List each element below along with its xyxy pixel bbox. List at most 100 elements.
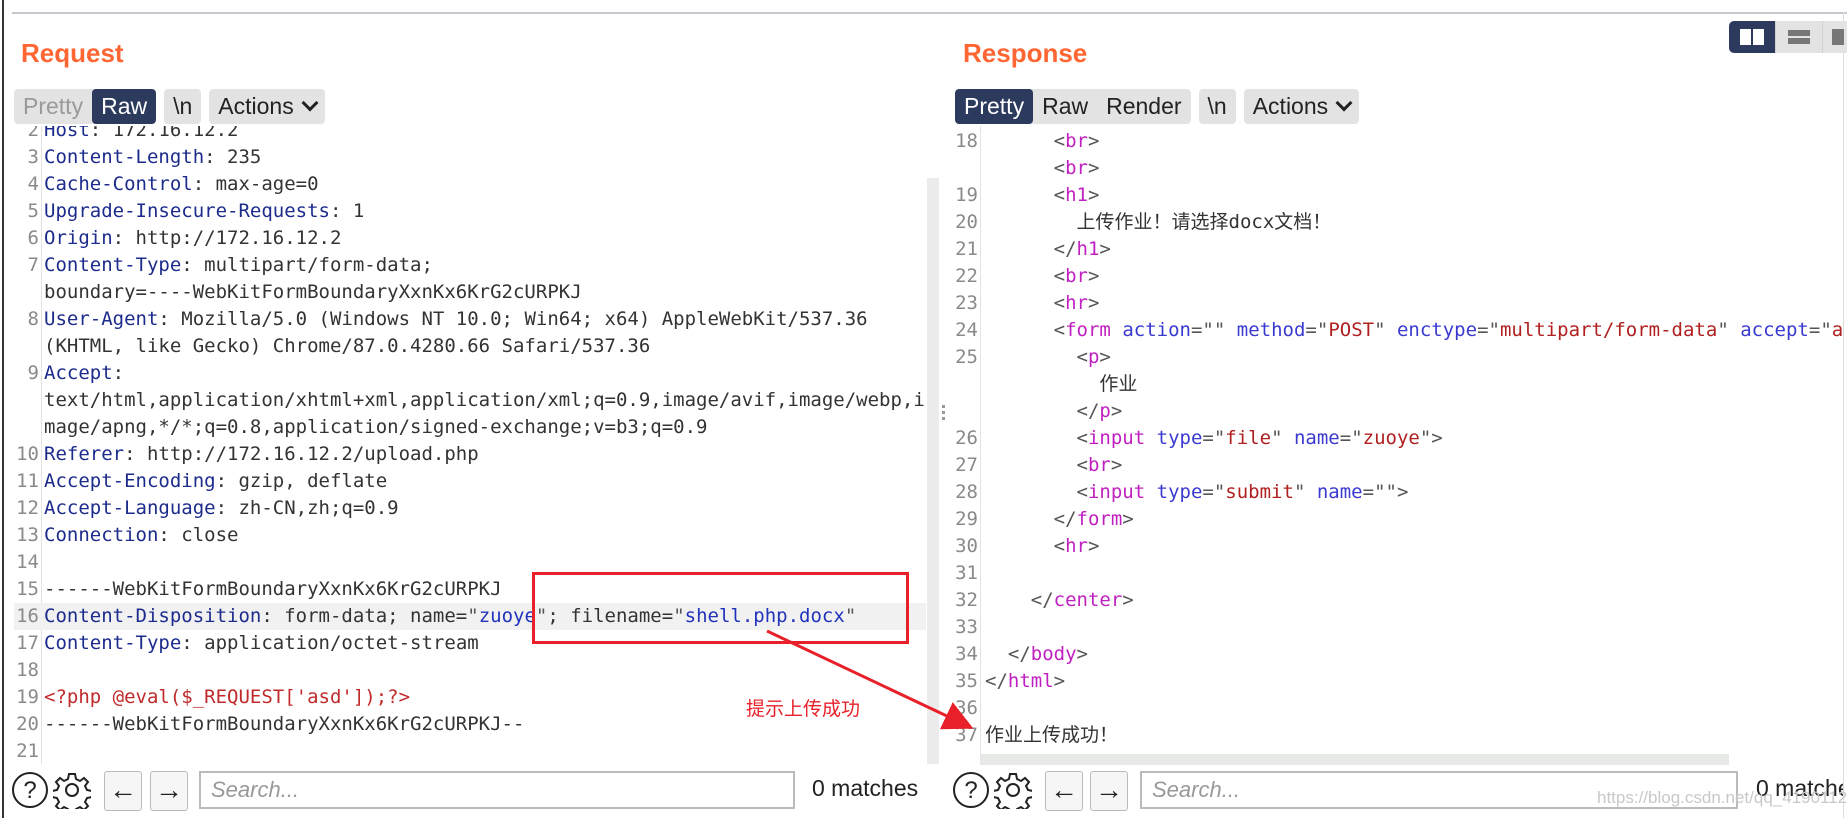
code-line: Referer: http://172.16.12.2/upload.php xyxy=(44,441,479,468)
code-token: (KHTML, like Gecko) Chrome/87.0.4280.66 … xyxy=(44,335,651,357)
code-line: </html> xyxy=(985,668,1065,695)
gear-icon[interactable] xyxy=(994,771,1032,809)
code-line: Content-Length: 235 xyxy=(44,144,261,171)
request-tab-pretty[interactable]: Pretty xyxy=(14,89,92,124)
code-token: > xyxy=(1076,643,1088,665)
response-tab-pretty[interactable]: Pretty xyxy=(955,89,1034,124)
code-token: mage/apng,*/*;q=0.8,application/signed-e… xyxy=(44,416,708,438)
code-line: Host: 172.16.12.2 xyxy=(44,126,238,144)
code-token: Upgrade-Insecure-Requests xyxy=(44,200,330,222)
split-rows-icon[interactable] xyxy=(1776,21,1823,53)
code-token: hr xyxy=(1065,292,1088,314)
code-token: multipart/form-data xyxy=(1499,319,1718,341)
panel-splitter-handle[interactable] xyxy=(942,405,945,423)
split-columns-icon[interactable] xyxy=(1729,21,1776,53)
code-token: </ xyxy=(1076,400,1100,422)
code-token: : http://172.16.12.2 xyxy=(112,227,342,249)
request-newline-toggle[interactable]: \n xyxy=(164,89,201,124)
line-number: 21 xyxy=(955,238,978,260)
line-number: 33 xyxy=(955,616,978,638)
gear-icon[interactable] xyxy=(53,771,91,809)
next-match-button[interactable]: → xyxy=(150,771,188,811)
help-icon[interactable]: ? xyxy=(952,771,990,809)
code-token: " xyxy=(1213,481,1226,503)
code-token: < xyxy=(1076,454,1088,476)
code-line: <br> xyxy=(985,155,1100,182)
code-token: < xyxy=(1053,535,1066,557)
code-token: Connection xyxy=(44,524,159,546)
code-token: </ xyxy=(1030,589,1054,611)
code-token: Content-Type xyxy=(44,254,182,276)
single-panel-icon[interactable] xyxy=(1823,21,1847,53)
code-token: text/html,application/xhtml+xml,applicat… xyxy=(44,389,925,411)
code-token: Content-Disposition xyxy=(44,605,262,627)
line-number: 24 xyxy=(955,319,978,341)
code-token: < xyxy=(1053,292,1066,314)
code-token: > xyxy=(1122,589,1134,611)
response-tab-render[interactable]: Render xyxy=(1097,89,1190,124)
code-line: </p> xyxy=(985,398,1123,425)
line-number: 17 xyxy=(16,632,39,654)
code-token: = xyxy=(1202,427,1214,449)
line-number: 7 xyxy=(27,254,39,276)
code-token: 上传作业！请选择docx文档！ xyxy=(985,211,1332,233)
code-token: Content-Length xyxy=(44,146,205,168)
response-tab-raw[interactable]: Raw xyxy=(1033,89,1097,124)
code-token: Accept-Encoding xyxy=(44,470,216,492)
response-newline-toggle[interactable]: \n xyxy=(1199,89,1236,124)
code-line: <input type="submit" name=""> xyxy=(985,479,1409,506)
help-icon[interactable]: ? xyxy=(11,771,49,809)
code-token: " xyxy=(1820,319,1832,341)
code-token: " xyxy=(1213,427,1226,449)
code-line: 作业上传成功！ xyxy=(985,722,1118,749)
response-actions-menu[interactable]: Actions xyxy=(1244,89,1359,124)
code-token: input xyxy=(1087,481,1146,503)
code-line: Content-Type: application/octet-stream xyxy=(44,630,479,657)
code-token: h1 xyxy=(1076,238,1100,260)
line-number: 32 xyxy=(955,589,978,611)
request-actions-menu[interactable]: Actions xyxy=(209,89,324,124)
code-line: text/html,application/xhtml+xml,applicat… xyxy=(44,387,925,414)
code-token: ------WebKitFormBoundaryXxnKx6KrG2cURPKJ xyxy=(44,578,502,600)
code-token: = xyxy=(1305,319,1317,341)
arrow-right-icon: → xyxy=(155,774,183,805)
request-editor[interactable]: 2 Host: 172.16.12.2 3 Content-Length: 235 4 C… xyxy=(14,126,926,764)
request-search-input[interactable] xyxy=(199,771,795,809)
code-token: hr xyxy=(1065,535,1088,557)
code-line: <br> xyxy=(985,263,1100,290)
code-token: " xyxy=(1419,427,1432,449)
line-number: 10 xyxy=(16,443,39,465)
request-scrollbar[interactable] xyxy=(927,178,939,764)
code-token: br xyxy=(1065,157,1088,179)
request-match-count: 0 matches xyxy=(812,775,919,801)
code-token: p xyxy=(1087,346,1100,368)
code-token: form xyxy=(1076,508,1123,530)
code-line: <br> xyxy=(985,452,1123,479)
code-token: > xyxy=(1110,454,1123,476)
line-number xyxy=(950,371,978,398)
line-number: 16 xyxy=(16,605,39,627)
code-line: </body> xyxy=(985,641,1088,668)
code-token: file xyxy=(1225,427,1272,449)
code-token: </ xyxy=(985,670,1008,692)
code-line: <p> xyxy=(985,344,1111,371)
svg-text:?: ? xyxy=(964,777,977,804)
code-token: type xyxy=(1156,427,1203,449)
code-token: > xyxy=(1396,481,1409,503)
next-match-button[interactable]: → xyxy=(1090,771,1128,811)
request-tab-raw[interactable]: Raw xyxy=(92,89,157,124)
code-token: = xyxy=(1202,481,1214,503)
previous-match-button[interactable]: ← xyxy=(1045,771,1083,811)
code-token: " xyxy=(1293,481,1306,503)
line-number: 18 xyxy=(955,130,978,152)
code-token: < xyxy=(1053,130,1066,152)
response-editor[interactable]: 18 <br> <br> 19 <h1> 20 上传作业！请选择docx文档！ 21 … xyxy=(950,126,1843,754)
response-horizontal-scrollbar[interactable] xyxy=(980,754,1729,765)
previous-match-button[interactable]: ← xyxy=(104,771,142,811)
line-number xyxy=(14,333,39,360)
line-number: 5 xyxy=(27,200,39,222)
